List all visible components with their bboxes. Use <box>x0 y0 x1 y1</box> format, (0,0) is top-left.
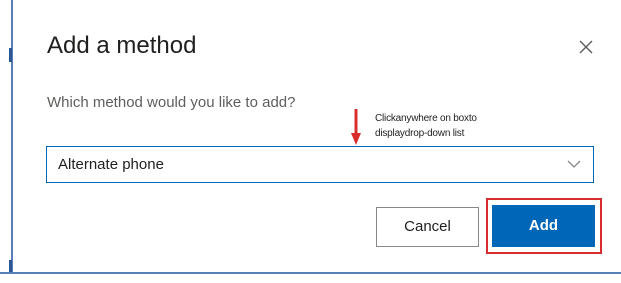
dialog-title: Add a method <box>47 32 197 59</box>
arrow-down-icon <box>351 109 361 145</box>
add-method-dialog: Add a method Which method would you like… <box>14 0 621 272</box>
window-edge-marker <box>9 48 12 62</box>
method-dropdown-value: Alternate phone <box>58 156 164 173</box>
chevron-down-icon <box>567 160 581 168</box>
cancel-button[interactable]: Cancel <box>376 207 479 247</box>
screenshot-frame: Add a method Which method would you like… <box>0 0 621 283</box>
annotation-line-2: displaydrop-down list <box>375 128 465 139</box>
method-dropdown[interactable]: Alternate phone <box>46 146 594 183</box>
background-window-edge <box>0 0 13 283</box>
background-window-bottom-edge <box>0 272 621 283</box>
close-button[interactable] <box>576 37 596 57</box>
method-question-label: Which method would you like to add? <box>47 94 296 111</box>
instruction-annotation: Clickanywhere on boxto displaydrop-down … <box>375 111 545 141</box>
add-button[interactable]: Add <box>492 205 595 247</box>
close-icon <box>579 40 593 54</box>
annotation-line-1: Clickanywhere on boxto <box>375 113 477 124</box>
